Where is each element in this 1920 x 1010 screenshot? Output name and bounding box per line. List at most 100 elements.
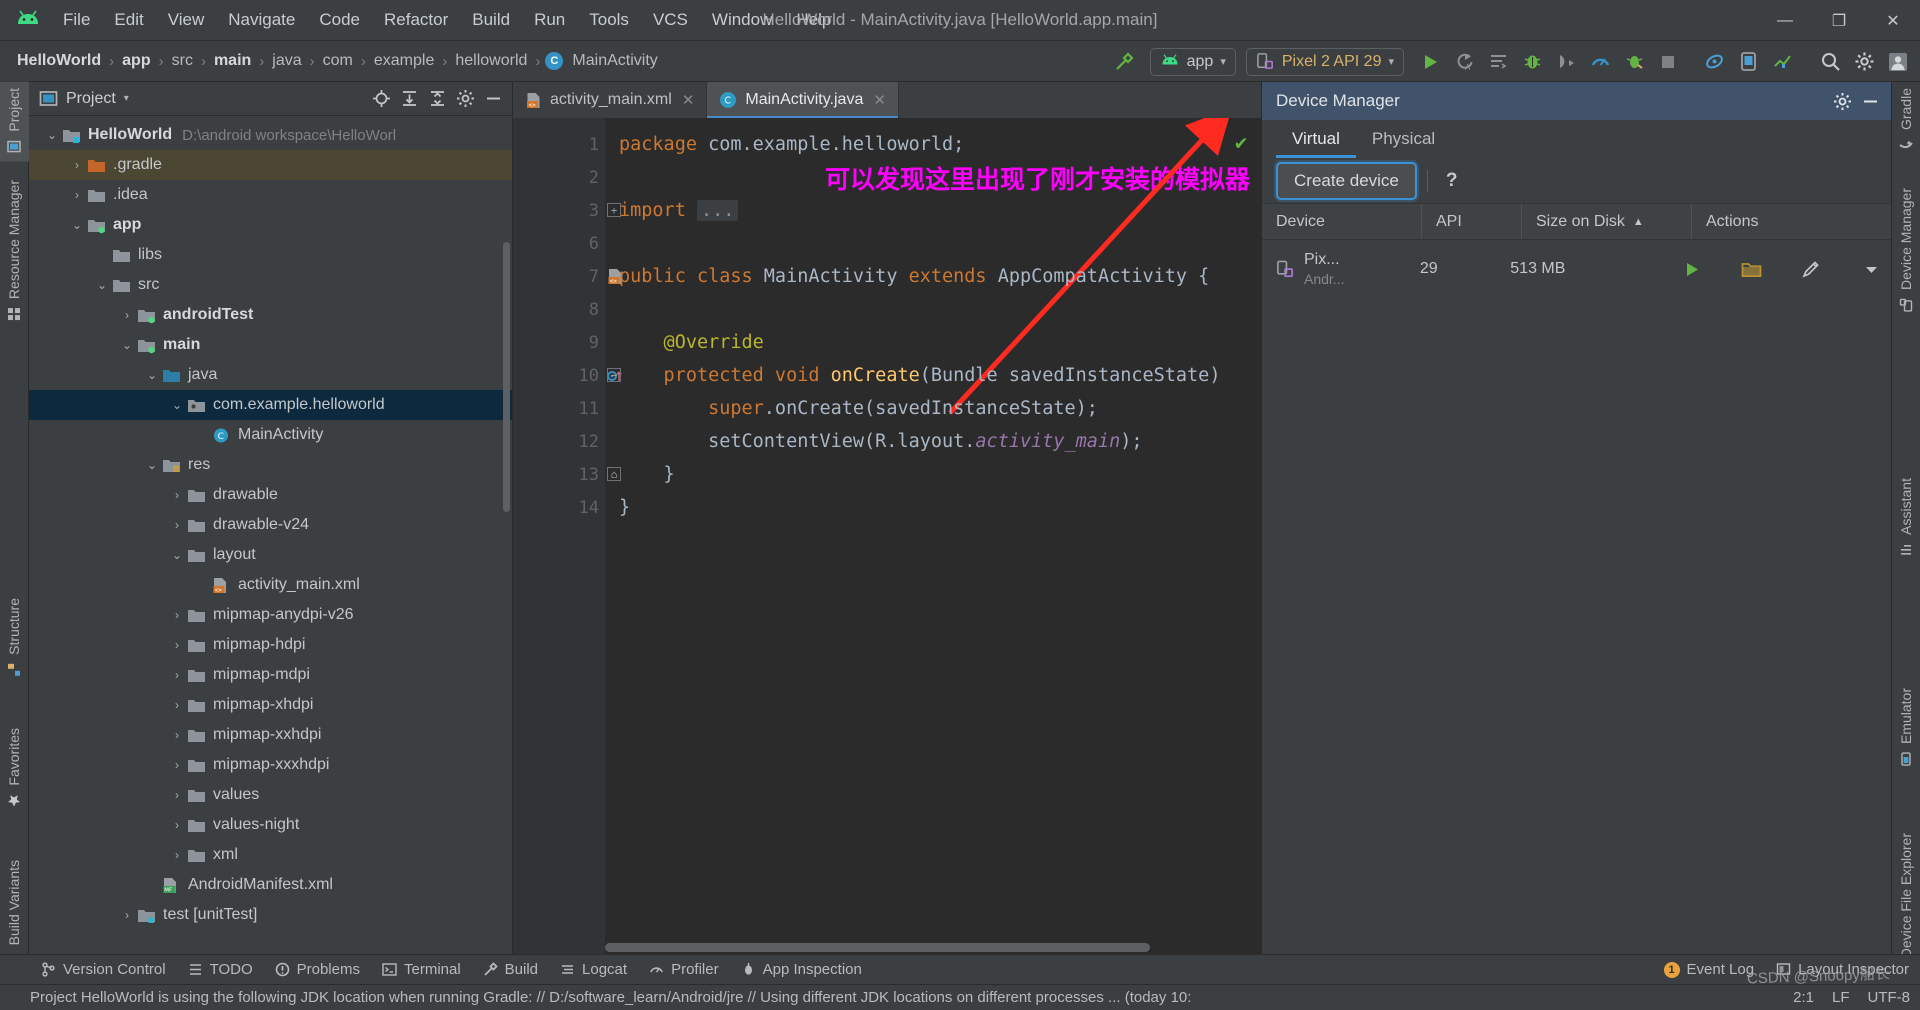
tab-mainactivity-java[interactable]: C MainActivity.java ✕ xyxy=(707,82,899,118)
breadcrumb-item-0[interactable]: HelloWorld xyxy=(14,50,104,72)
tree-item-values-night[interactable]: › values-night xyxy=(29,810,512,840)
create-device-button[interactable]: Create device xyxy=(1274,159,1419,202)
menu-navigate[interactable]: Navigate xyxy=(217,6,306,34)
tree-item-mipmap-mdpi[interactable]: › mipmap-mdpi xyxy=(29,660,512,690)
settings-gear-icon[interactable] xyxy=(1829,88,1855,114)
code-line[interactable]: public class MainActivity extends AppCom… xyxy=(605,260,1261,293)
chevron-down-icon[interactable]: ▾ xyxy=(124,93,129,104)
line-number-gutter[interactable]: 1 2 3 6 7 <> 8 9 10 11 12 13 14 xyxy=(513,118,622,954)
tree-item-mipmap-xhdpi[interactable]: › mipmap-xhdpi xyxy=(29,690,512,720)
bottom-item-version-control[interactable]: Version Control xyxy=(30,955,177,985)
tree-item-mainactivity[interactable]: C MainActivity xyxy=(29,420,512,450)
code-line[interactable]: @Override xyxy=(605,326,1261,359)
settings-gear-icon[interactable] xyxy=(1848,47,1880,77)
code-line[interactable]: package com.example.helloworld; xyxy=(605,128,1261,161)
tree-item-idea[interactable]: › .idea xyxy=(29,180,512,210)
chevron-right-icon[interactable]: › xyxy=(168,758,186,772)
menu-code[interactable]: Code xyxy=(308,6,371,34)
profile-icon[interactable] xyxy=(1584,47,1616,77)
bottom-item-build[interactable]: Build xyxy=(472,955,549,985)
tree-item-drawable-v24[interactable]: › drawable-v24 xyxy=(29,510,512,540)
code-line[interactable]: ⌂ } xyxy=(605,458,1261,491)
tab-activity-main-xml[interactable]: <> activity_main.xml ✕ xyxy=(513,82,708,118)
fold-collapse-icon[interactable]: − xyxy=(607,368,621,382)
folder-icon[interactable] xyxy=(1731,252,1771,286)
chevron-down-icon[interactable]: ⌄ xyxy=(143,368,161,382)
avd-manager-icon[interactable] xyxy=(1732,47,1764,77)
fold-expand-icon[interactable]: + xyxy=(607,203,621,217)
chevron-down-icon[interactable]: ⌄ xyxy=(168,548,186,562)
sdk-manager-icon[interactable] xyxy=(1766,47,1798,77)
line-separator[interactable]: LF xyxy=(1832,989,1850,1006)
tree-item-test-unittest[interactable]: › test [unitTest] xyxy=(29,900,512,930)
more-actions-chevron-down-icon[interactable] xyxy=(1851,252,1891,286)
chevron-down-icon[interactable]: ⌄ xyxy=(168,398,186,412)
chevron-right-icon[interactable]: › xyxy=(168,518,186,532)
bottom-item-todo[interactable]: TODO xyxy=(177,955,264,985)
code-content[interactable]: ✔ 可以发现这里出现了刚才安装的模拟器 package com.example.… xyxy=(605,118,1261,954)
code-line[interactable] xyxy=(605,161,1261,194)
menu-refactor[interactable]: Refactor xyxy=(373,6,459,34)
chevron-right-icon[interactable]: › xyxy=(168,848,186,862)
tree-item-main[interactable]: ⌄ main xyxy=(29,330,512,360)
tree-item-values[interactable]: › values xyxy=(29,780,512,810)
collapse-all-icon[interactable] xyxy=(424,86,450,112)
breadcrumb-item-3[interactable]: main xyxy=(211,50,254,72)
tree-item-src[interactable]: ⌄ src xyxy=(29,270,512,300)
tab-physical[interactable]: Physical xyxy=(1356,120,1451,158)
bottom-item-logcat[interactable]: Logcat xyxy=(549,955,638,985)
code-line[interactable]: super .onCreate(savedInstanceState); xyxy=(605,392,1261,425)
menu-help[interactable]: Help xyxy=(785,6,842,34)
stop-icon[interactable] xyxy=(1652,47,1684,77)
menu-run[interactable]: Run xyxy=(523,6,576,34)
chevron-down-icon[interactable]: ⌄ xyxy=(43,128,61,142)
chevron-down-icon[interactable]: ⌄ xyxy=(93,278,111,292)
bottom-item-profiler[interactable]: Profiler xyxy=(638,955,730,985)
chevron-right-icon[interactable]: › xyxy=(168,728,186,742)
sidebar-item-device-manager[interactable]: Device Manager xyxy=(1891,182,1920,320)
tree-item-mipmap-anydpi-v26[interactable]: › mipmap-anydpi-v26 xyxy=(29,600,512,630)
menu-vcs[interactable]: VCS xyxy=(642,6,699,34)
column-header-actions[interactable]: Actions xyxy=(1692,204,1891,239)
chevron-right-icon[interactable]: › xyxy=(168,788,186,802)
code-area[interactable]: 1 2 3 6 7 <> 8 9 10 11 12 13 14 ✔ 可以发现这里出现了刚才安装的模拟器 … xyxy=(513,118,1261,954)
chevron-down-icon[interactable]: ⌄ xyxy=(143,458,161,472)
breadcrumb-item-5[interactable]: com xyxy=(320,50,356,72)
tree-item-libs[interactable]: libs xyxy=(29,240,512,270)
project-tree[interactable]: ⌄ HelloWorld D:\android workspace\HelloWor… xyxy=(29,116,512,954)
chevron-down-icon[interactable]: ⌄ xyxy=(68,218,86,232)
breadcrumb-item-8[interactable]: MainActivity xyxy=(569,50,660,72)
editor-horizontal-scrollbar[interactable] xyxy=(605,943,1247,952)
menu-view[interactable]: View xyxy=(157,6,216,34)
bottom-item-problems[interactable]: Problems xyxy=(264,955,371,985)
chevron-right-icon[interactable]: › xyxy=(68,188,86,202)
code-line[interactable] xyxy=(605,227,1261,260)
file-encoding[interactable]: UTF-8 xyxy=(1868,989,1911,1006)
search-everywhere-icon[interactable] xyxy=(1814,47,1846,77)
tree-item-helloworld[interactable]: ⌄ HelloWorld D:\android workspace\HelloWor… xyxy=(29,120,512,150)
apply-code-changes-icon[interactable] xyxy=(1482,47,1514,77)
hide-panel-icon[interactable] xyxy=(1857,88,1883,114)
caret-position[interactable]: 2:1 xyxy=(1793,989,1814,1006)
menu-file[interactable]: File xyxy=(52,6,101,34)
tree-item-mipmap-xxxhdpi[interactable]: › mipmap-xxxhdpi xyxy=(29,750,512,780)
run-with-coverage-icon[interactable] xyxy=(1618,47,1650,77)
debug-icon[interactable] xyxy=(1516,47,1548,77)
chevron-right-icon[interactable]: › xyxy=(68,158,86,172)
apply-changes-icon[interactable]: A xyxy=(1448,47,1480,77)
edit-pencil-icon[interactable] xyxy=(1791,252,1831,286)
tab-close-icon[interactable]: ✕ xyxy=(682,91,695,109)
code-line[interactable]: } xyxy=(605,491,1261,524)
bottom-item-app-inspection[interactable]: App Inspection xyxy=(730,955,873,985)
main-menu[interactable]: File Edit View Navigate Code Refactor Bu… xyxy=(52,6,842,34)
breadcrumb-item-4[interactable]: java xyxy=(269,50,304,72)
tree-item-activity-main-xml[interactable]: <> activity_main.xml xyxy=(29,570,512,600)
run-device-icon[interactable] xyxy=(1671,252,1711,286)
sidebar-item-resource-manager[interactable]: Resource Manager xyxy=(0,174,29,329)
menu-window[interactable]: Window xyxy=(701,6,783,34)
code-line[interactable]: − protected void onCreate (Bundle savedIn… xyxy=(605,359,1261,392)
close-button[interactable]: ✕ xyxy=(1866,0,1920,41)
menu-build[interactable]: Build xyxy=(461,6,521,34)
project-scrollbar[interactable] xyxy=(503,242,510,512)
module-selector[interactable]: app ▾ xyxy=(1149,47,1236,76)
